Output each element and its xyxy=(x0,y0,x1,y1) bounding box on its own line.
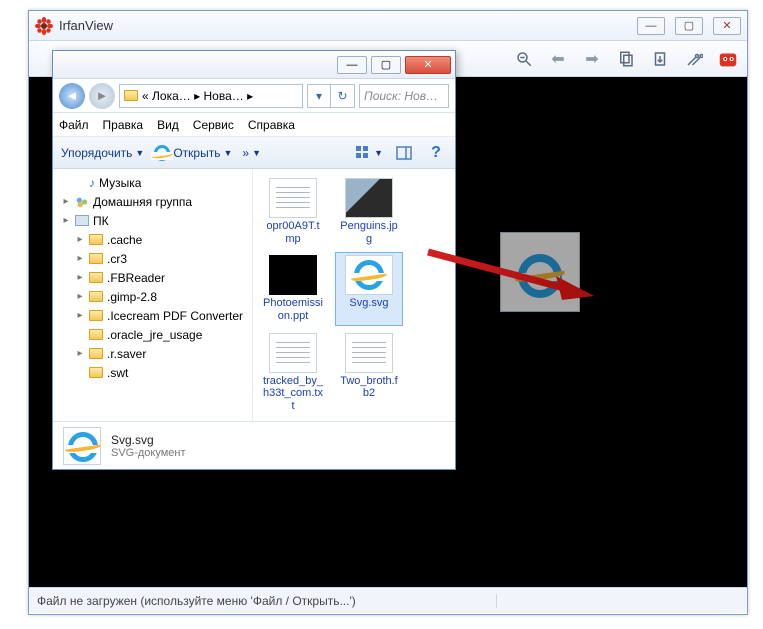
tree-item-music[interactable]: ♪Музыка xyxy=(61,173,252,192)
file-item-txt[interactable]: tracked_by_h33t_com.txt xyxy=(259,330,327,416)
explorer-menubar: Файл Правка Вид Сервис Справка xyxy=(53,113,455,137)
open-button[interactable]: Открыть▼ xyxy=(154,145,232,161)
ie-icon xyxy=(354,260,384,290)
more-button[interactable]: »▼ xyxy=(242,146,261,160)
address-dropdown-button[interactable]: ▾ xyxy=(307,84,331,108)
explorer-close-button[interactable]: ✕ xyxy=(405,56,451,74)
view-options-button[interactable]: ▼ xyxy=(355,145,383,161)
help-icon[interactable]: ? xyxy=(425,142,447,164)
preview-pane-button[interactable] xyxy=(393,142,415,164)
menu-edit[interactable]: Правка xyxy=(103,118,144,132)
search-input[interactable]: Поиск: Нов… xyxy=(359,84,449,108)
details-pane: Svg.svg SVG-документ xyxy=(53,421,455,469)
zoom-out-icon[interactable] xyxy=(513,48,535,70)
irfanview-statusbar: Файл не загружен (используйте меню 'Файл… xyxy=(29,587,747,613)
nav-back-button[interactable]: ◄ xyxy=(59,83,85,109)
explorer-navbar: ◄ ► « Лока… ▸ Нова… ▸ ▾ ↻ Поиск: Нов… xyxy=(53,79,455,113)
folder-icon xyxy=(89,367,103,378)
settings-icon[interactable] xyxy=(683,48,705,70)
irfanview-title: IrfanView xyxy=(59,18,637,33)
document-icon xyxy=(345,333,393,373)
tree-item-homegroup[interactable]: ▸Домашняя группа xyxy=(61,192,252,211)
tree-item-folder[interactable]: ▸.gimp-2.8 xyxy=(61,287,252,306)
folder-icon xyxy=(89,272,103,283)
minimize-button[interactable]: — xyxy=(637,17,665,35)
music-icon: ♪ xyxy=(89,176,95,190)
computer-icon xyxy=(75,215,89,226)
close-button[interactable]: ✕ xyxy=(713,17,741,35)
next-arrow-icon[interactable]: ➡ xyxy=(581,48,603,70)
explorer-commandbar: Упорядочить▼ Открыть▼ »▼ ▼ ? xyxy=(53,137,455,169)
file-item-svg[interactable]: Svg.svg xyxy=(335,252,403,325)
chevron-right-icon[interactable]: ▸ xyxy=(194,89,200,103)
file-item-ppt[interactable]: Photoemission.ppt xyxy=(259,252,327,325)
tree-item-folder[interactable]: ▸.FBReader xyxy=(61,268,252,287)
explorer-window: — ▢ ✕ ◄ ► « Лока… ▸ Нова… ▸ ▾ ↻ Поиск: Н… xyxy=(52,50,456,470)
tree-item-folder[interactable]: ▸.Icecream PDF Converter xyxy=(61,306,252,325)
file-item-penguins[interactable]: Penguins.jpg xyxy=(335,175,403,248)
menu-help[interactable]: Справка xyxy=(248,118,295,132)
folder-icon xyxy=(124,90,138,101)
chevron-right-icon[interactable]: ▸ xyxy=(247,89,253,103)
tree-item-folder[interactable]: .swt xyxy=(61,363,252,382)
search-placeholder: Поиск: Нов… xyxy=(364,89,438,103)
file-item-tmp[interactable]: opr00A9T.tmp xyxy=(259,175,327,248)
details-filename: Svg.svg xyxy=(111,433,186,447)
nav-forward-button[interactable]: ► xyxy=(89,83,115,109)
folder-icon xyxy=(89,234,103,245)
tree-item-pc[interactable]: ▸ПК xyxy=(61,211,252,230)
tree-item-folder[interactable]: ▸.cache xyxy=(61,230,252,249)
organize-button[interactable]: Упорядочить▼ xyxy=(61,146,144,160)
tree-item-folder[interactable]: ▸.r.saver xyxy=(61,344,252,363)
explorer-body: ♪Музыка ▸Домашняя группа ▸ПК ▸.cache ▸.c… xyxy=(53,169,455,421)
status-text: Файл не загружен (используйте меню 'Файл… xyxy=(37,594,497,608)
explorer-titlebar[interactable]: — ▢ ✕ xyxy=(53,51,455,79)
explorer-minimize-button[interactable]: — xyxy=(337,56,367,74)
ie-icon xyxy=(68,432,98,462)
tree-item-folder[interactable]: ▸.cr3 xyxy=(61,249,252,268)
maximize-button[interactable]: ▢ xyxy=(675,17,703,35)
tree-item-folder[interactable]: .oracle_jre_usage xyxy=(61,325,252,344)
address-part-0[interactable]: Лока… xyxy=(152,89,191,103)
menu-service[interactable]: Сервис xyxy=(193,118,234,132)
address-part-1[interactable]: Нова… xyxy=(204,89,244,103)
svg-file-icon xyxy=(345,255,393,295)
file-item-fb2[interactable]: Two_broth.fb2 xyxy=(335,330,403,416)
folder-icon xyxy=(89,310,103,321)
copy-icon[interactable] xyxy=(615,48,637,70)
folder-icon xyxy=(89,348,103,359)
ie-icon xyxy=(154,145,170,161)
image-thumbnail-icon xyxy=(345,178,393,218)
nav-tree[interactable]: ♪Музыка ▸Домашняя группа ▸ПК ▸.cache ▸.c… xyxy=(53,169,253,421)
text-file-icon xyxy=(269,333,317,373)
document-icon xyxy=(269,178,317,218)
ppt-thumbnail-icon xyxy=(269,255,317,295)
menu-view[interactable]: Вид xyxy=(157,118,179,132)
explorer-maximize-button[interactable]: ▢ xyxy=(371,56,401,74)
address-bar[interactable]: « Лока… ▸ Нова… ▸ xyxy=(119,84,303,108)
paste-icon[interactable] xyxy=(649,48,671,70)
folder-icon xyxy=(89,291,103,302)
folder-icon xyxy=(89,253,103,264)
details-file-icon xyxy=(63,427,101,465)
homegroup-icon xyxy=(75,195,89,209)
details-filetype: SVG-документ xyxy=(111,447,186,459)
irfanview-logo-icon[interactable] xyxy=(717,48,739,70)
folder-icon xyxy=(89,329,103,340)
refresh-button[interactable]: ↻ xyxy=(331,84,355,108)
address-sep: « xyxy=(142,89,149,103)
prev-arrow-icon[interactable]: ⬅ xyxy=(547,48,569,70)
annotation-arrow-icon xyxy=(424,244,594,304)
menu-file[interactable]: Файл xyxy=(59,118,89,132)
irfanview-app-icon xyxy=(35,17,53,35)
irfanview-titlebar[interactable]: IrfanView — ▢ ✕ xyxy=(29,11,747,41)
